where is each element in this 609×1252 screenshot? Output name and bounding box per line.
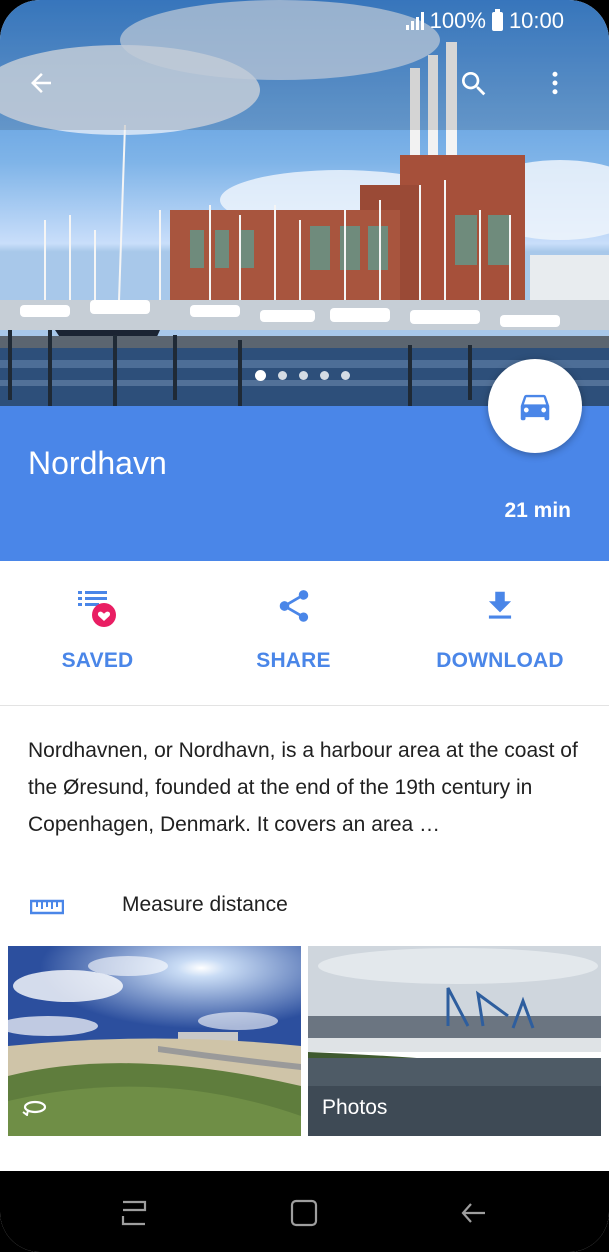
- signal-icon: [405, 12, 424, 30]
- share-button[interactable]: SHARE: [236, 561, 351, 705]
- saved-label: SAVED: [61, 649, 134, 672]
- carousel-indicator: [255, 370, 350, 381]
- status-bar: 100% 10:00: [0, 0, 609, 42]
- panorama-photo[interactable]: [8, 946, 301, 1136]
- battery-percent: 100%: [429, 8, 486, 33]
- back-nav-button[interactable]: [452, 1191, 496, 1235]
- arrow-left-icon: [31, 73, 51, 93]
- download-label: DOWNLOAD: [436, 649, 564, 672]
- home-button[interactable]: [282, 1191, 326, 1235]
- carousel-dot: [278, 371, 287, 380]
- download-icon: [488, 591, 512, 619]
- download-button[interactable]: DOWNLOAD: [425, 561, 575, 705]
- screen: 100% 10:00 Nordhavn 21 min SAVED SHARE D…: [0, 0, 609, 1252]
- hero-image: [0, 0, 609, 406]
- back-button[interactable]: [26, 68, 70, 112]
- ruler-icon: [30, 899, 64, 915]
- action-row: SAVED SHARE DOWNLOAD: [0, 561, 609, 706]
- directions-button[interactable]: [488, 359, 582, 453]
- place-photo-carousel[interactable]: 100% 10:00: [0, 0, 609, 406]
- 360-icon: [22, 1100, 47, 1116]
- clock: 10:00: [508, 8, 564, 33]
- carousel-dot: [255, 370, 266, 381]
- carousel-dot: [299, 371, 308, 380]
- photos-tile[interactable]: Photos: [308, 946, 601, 1136]
- measure-distance-label: Measure distance: [122, 893, 288, 916]
- carousel-dot: [320, 371, 329, 380]
- search-icon: [462, 72, 486, 96]
- measure-distance-row[interactable]: Measure distance: [0, 880, 609, 936]
- saved-button[interactable]: SAVED: [40, 561, 155, 705]
- place-description[interactable]: Nordhavnen, or Nordhavn, is a harbour ar…: [28, 732, 588, 843]
- battery-icon: [491, 8, 503, 31]
- place-title: Nordhavn: [28, 445, 167, 481]
- travel-time: 21 min: [504, 499, 571, 522]
- more-options-button[interactable]: [540, 68, 584, 112]
- share-label: SHARE: [256, 649, 331, 672]
- home-icon: [290, 1199, 318, 1227]
- saved-list-heart-icon: [77, 591, 116, 627]
- share-icon: [279, 590, 308, 622]
- panorama-image: [8, 946, 301, 1136]
- search-button[interactable]: [458, 68, 502, 112]
- more-vert-icon: [552, 71, 558, 95]
- carousel-dot: [341, 371, 350, 380]
- back-nav-icon: [461, 1203, 485, 1223]
- photos-label: Photos: [322, 1096, 388, 1119]
- recents-button[interactable]: [112, 1191, 156, 1235]
- car-icon: [520, 394, 550, 421]
- system-nav-bar: [0, 1171, 609, 1252]
- recents-icon: [121, 1200, 147, 1226]
